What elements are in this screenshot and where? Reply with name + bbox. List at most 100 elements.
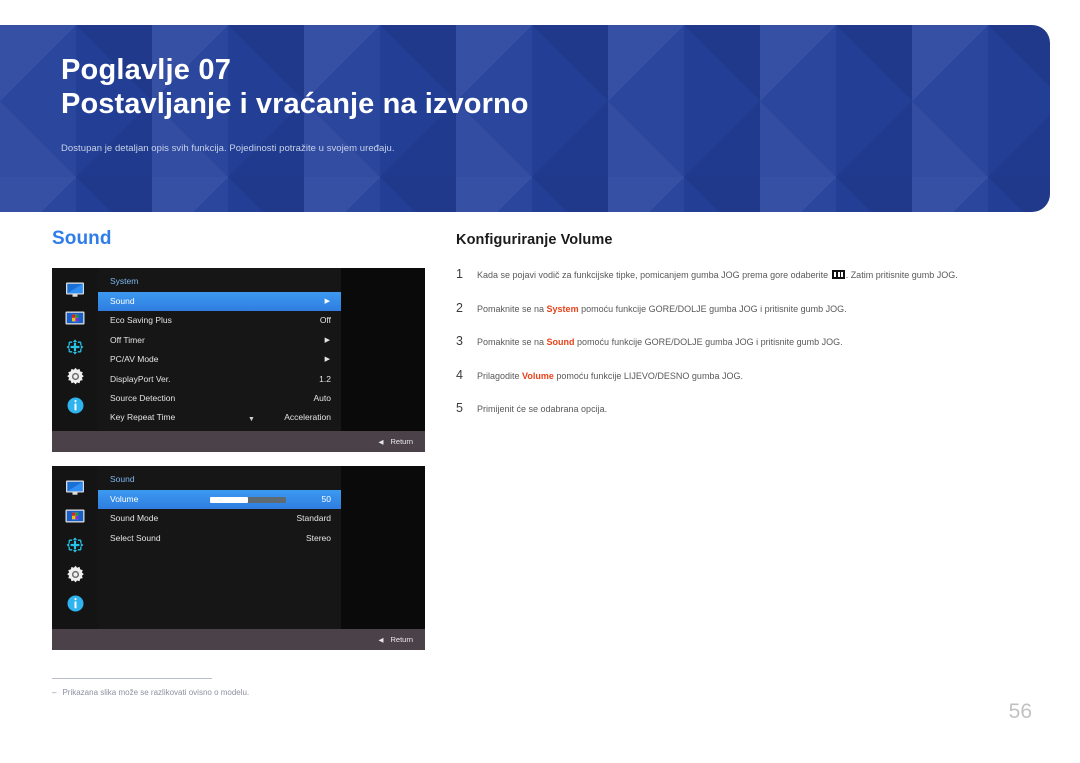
osd-icon-rail: [52, 466, 98, 629]
step-item: 2 Pomaknite se na System pomoću funkcije…: [456, 301, 1036, 316]
osd-item-value: Auto: [313, 392, 332, 403]
volume-slider-fill: [210, 496, 248, 503]
osd-item-value: 50: [321, 494, 331, 504]
osd-menu-item-key-repeat-time[interactable]: Key Repeat Time Acceleration: [98, 408, 341, 427]
osd-menu-panel: Sound Volume 50 Sound Mode Standard Sele…: [98, 466, 341, 634]
osd-spacer: [52, 452, 427, 466]
osd-icon-rail: [52, 268, 98, 431]
step-highlight-term: Volume: [522, 370, 554, 381]
chapter-title: Postavljanje i vraćanje na izvorno: [61, 88, 529, 121]
osd-menu-item-pc-av-mode[interactable]: PC/AV Mode ▶: [98, 350, 341, 369]
chapter-subtitle: Dostupan je detaljan opis svih funkcija.…: [61, 143, 395, 155]
chevron-right-icon: ▶: [324, 356, 330, 364]
step-highlight-term: Sound: [546, 337, 575, 348]
osd-background-right: [341, 466, 425, 629]
osd-item-label: Key Repeat Time: [110, 412, 176, 423]
page-title: Sound: [52, 228, 112, 249]
info-icon: [64, 594, 86, 612]
osd-item-label: Eco Saving Plus: [110, 315, 172, 326]
osd-item-value: Stereo: [305, 532, 331, 543]
scroll-down-caret-icon[interactable]: ▼: [248, 416, 255, 423]
step-number: 4: [456, 367, 463, 382]
picture-color-icon: [64, 309, 86, 327]
osd-menu-item-select-sound[interactable]: Select Sound Stereo: [98, 529, 341, 548]
step-item: 4 Prilagodite Volume pomoću funkcije LIJ…: [456, 368, 1036, 383]
step-text-post: pomoću funkcije GORE/DOLJE gumba JOG i p…: [574, 337, 843, 348]
picture-color-icon: [64, 507, 86, 525]
footnote-divider: [52, 678, 212, 679]
chapter-label: Poglavlje 07: [61, 54, 232, 86]
osd-menu-item-volume[interactable]: Volume 50: [98, 490, 341, 510]
volume-slider[interactable]: [210, 496, 286, 503]
page-number: 56: [1008, 700, 1032, 723]
step-text: Prilagodite Volume pomoću funkcije LIJEV…: [477, 368, 743, 383]
osd-item-label: Select Sound: [110, 532, 161, 543]
footnote: – Prikazana slika može se razlikovati ovi…: [52, 678, 427, 697]
osd-item-label: Source Detection: [110, 392, 176, 403]
info-icon: [64, 396, 86, 414]
return-label[interactable]: Return: [390, 635, 413, 644]
footnote-body: Prikazana slika može se razlikovati ovis…: [62, 688, 250, 697]
osd-menu-item-off-timer[interactable]: Off Timer ▶: [98, 331, 341, 350]
osd-screenshot-sound: Sound Volume 50 Sound Mode Standard Sele…: [52, 466, 425, 650]
osd-item-label: Off Timer: [110, 334, 145, 345]
gear-icon: [64, 565, 86, 583]
banner-text-block: Poglavlje 07 Postavljanje i vraćanje na …: [0, 25, 1050, 154]
osd-menu-item-displayport-ver[interactable]: DisplayPort Ver. 1.2: [98, 370, 341, 389]
return-arrow-icon: ◀: [378, 636, 384, 644]
step-text-pre: Pomaknite se na: [477, 337, 547, 348]
step-text-post: pomoću funkcije GORE/DOLJE gumba JOG i p…: [578, 303, 847, 314]
monitor-icon: [64, 280, 86, 298]
osd-item-label: PC/AV Mode: [110, 354, 159, 365]
monitor-icon: [64, 478, 86, 496]
right-column: Konfiguriranje Volume 1 Kada se pojavi v…: [456, 232, 1036, 416]
return-label[interactable]: Return: [390, 437, 413, 446]
osd-item-value: Off: [319, 315, 331, 326]
osd-screenshot-system: System Sound ▶ Eco Saving Plus Off Off T…: [52, 268, 425, 452]
osd-menu-title: Sound: [110, 474, 135, 484]
step-highlight-term: System: [546, 303, 579, 314]
return-arrow-icon: ◀: [378, 438, 384, 446]
osd-item-label: DisplayPort Ver.: [110, 373, 171, 384]
left-column: Sound System Sound ▶ Eco Saving Plus Off…: [52, 228, 427, 650]
step-text-pre: Pomaknite se na: [477, 303, 547, 314]
osd-menu-title: System: [110, 276, 139, 286]
osd-menu-item-eco-saving-plus[interactable]: Eco Saving Plus Off: [98, 311, 341, 330]
osd-item-label: Volume: [110, 494, 139, 504]
osd-menu-item-sound[interactable]: Sound ▶: [98, 292, 341, 312]
osd-menu-item-sound-mode[interactable]: Sound Mode Standard: [98, 509, 341, 528]
step-text: Kada se pojavi vodič za funkcijske tipke…: [477, 267, 958, 282]
step-number: 1: [456, 267, 463, 281]
osd-footer-bar: ◀ Return: [52, 629, 425, 650]
osd-footer-bar: ◀ Return: [52, 431, 425, 452]
step-item: 1 Kada se pojavi vodič za funkcijske tip…: [456, 267, 1036, 282]
step-text: Primijenit će se odabrana opcija.: [477, 401, 607, 416]
osd-item-label: Sound: [110, 296, 135, 306]
osd-background-right: [341, 268, 425, 431]
footnote-text: – Prikazana slika može se razlikovati ovi…: [52, 688, 427, 697]
step-item: 5 Primijenit će se odabrana opcija.: [456, 401, 1036, 416]
osd-menu-item-source-detection[interactable]: Source Detection Auto: [98, 389, 341, 408]
directional-pad-icon: [64, 338, 86, 356]
osd-item-value: Standard: [296, 513, 332, 524]
step-number: 2: [456, 300, 463, 315]
menu-icon: [831, 270, 845, 279]
step-text: Pomaknite se na System pomoću funkcije G…: [477, 301, 847, 316]
footnote-dash: –: [52, 688, 57, 697]
step-text-post: . Zatim pritisnite gumb JOG.: [845, 270, 958, 280]
step-text-pre: Prilagodite: [477, 370, 523, 381]
gear-icon: [64, 367, 86, 385]
step-text-pre: Primijenit će se odabrana opcija.: [477, 404, 608, 415]
osd-item-value: 1.2: [319, 373, 331, 384]
section-heading-konfiguriranje-volume: Konfiguriranje Volume: [456, 232, 613, 248]
chapter-banner: Poglavlje 07 Postavljanje i vraćanje na …: [0, 25, 1050, 212]
step-text: Pomaknite se na Sound pomoću funkcije GO…: [477, 334, 843, 349]
chevron-right-icon: ▶: [324, 298, 330, 305]
osd-menu-panel: System Sound ▶ Eco Saving Plus Off Off T…: [98, 268, 341, 436]
step-text-post: pomoću funkcije LIJEVO/DESNO gumba JOG.: [553, 370, 743, 381]
osd-item-label: Sound Mode: [110, 513, 159, 524]
osd-item-value: Acceleration: [284, 412, 331, 423]
chevron-right-icon: ▶: [324, 336, 330, 344]
directional-pad-icon: [64, 536, 86, 554]
step-number: 3: [456, 334, 463, 349]
